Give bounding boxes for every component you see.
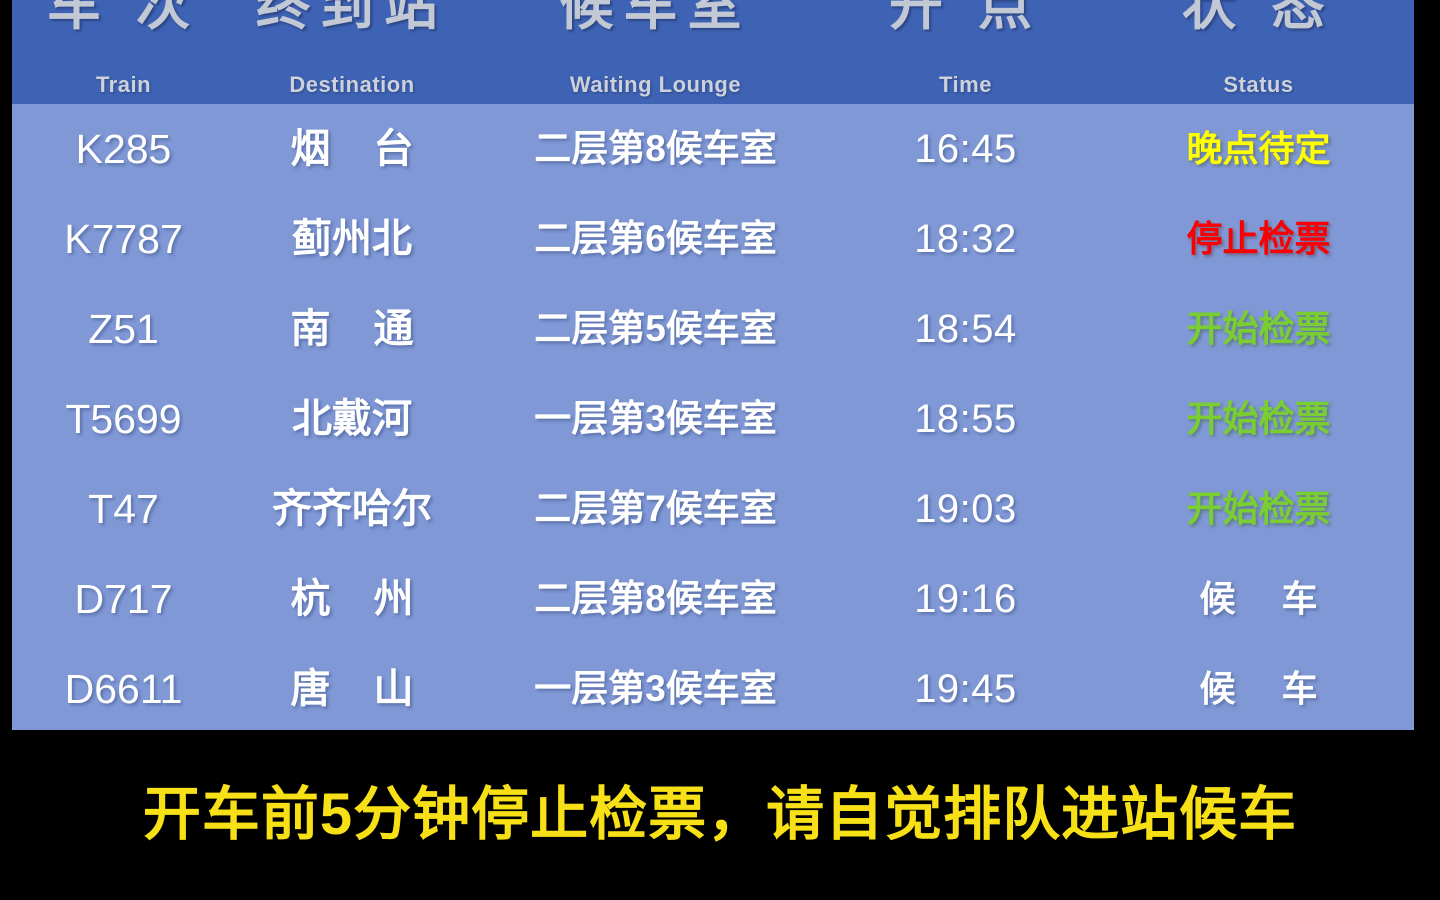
row-train-number: K285 [75, 126, 172, 172]
column-header-train-cn: 车 次 [46, 0, 200, 36]
row-train-number: D6611 [64, 666, 183, 712]
column-header-time-en: Time [939, 72, 992, 97]
row-departure-time: 18:54 [914, 307, 1017, 351]
notice-text: 开车前5分钟停止检票，请自觉排队进站候车 [142, 782, 1298, 847]
table-row: K285 烟 台 二层第8候车室 16:45 晚点待定 [12, 104, 1414, 194]
column-header-train: 车 次 Train [26, 0, 221, 104]
row-waiting-lounge: 一层第3候车室 [534, 668, 777, 709]
row-destination: 唐 山 [290, 667, 430, 711]
status-badge: 候 车 [1199, 668, 1336, 709]
status-badge: 开始检票 [1186, 308, 1331, 349]
row-train-number: D717 [74, 576, 173, 622]
row-destination: 蓟州北 [292, 217, 412, 261]
board-rows: K285 烟 台 二层第8候车室 16:45 晚点待定 K7787 蓟州北 二层… [12, 104, 1414, 730]
row-destination: 南 通 [290, 307, 430, 351]
status-badge: 停止检票 [1186, 218, 1331, 259]
table-row: D6611 唐 山 一层第3候车室 19:45 候 车 [12, 644, 1414, 730]
row-departure-time: 16:45 [914, 127, 1017, 171]
table-row: D717 杭 州 二层第8候车室 19:16 候 车 [12, 554, 1414, 644]
row-departure-time: 18:55 [914, 397, 1017, 441]
column-header-status-cn: 状 态 [1181, 0, 1335, 36]
row-departure-time: 19:45 [914, 667, 1017, 711]
row-train-number: T47 [88, 486, 159, 532]
column-header-time: 开 点 Time [828, 0, 1103, 104]
board-header-row: 车 次 Train 终到站 Destination 候车室 Waiting Lo… [12, 0, 1414, 104]
row-waiting-lounge: 二层第5候车室 [534, 308, 777, 349]
table-row: T47 齐齐哈尔 二层第7候车室 19:03 开始检票 [12, 464, 1414, 554]
row-destination: 齐齐哈尔 [272, 487, 432, 531]
status-badge: 晚点待定 [1186, 128, 1331, 169]
column-header-destination: 终到站 Destination [221, 0, 483, 104]
status-badge: 开始检票 [1186, 488, 1331, 529]
row-train-number: K7787 [64, 216, 183, 262]
row-waiting-lounge: 二层第7候车室 [534, 488, 777, 529]
status-badge: 开始检票 [1186, 398, 1331, 439]
column-header-train-en: Train [95, 72, 152, 97]
row-train-number: Z51 [88, 306, 159, 352]
row-waiting-lounge: 一层第3候车室 [534, 398, 777, 439]
row-train-number: T5699 [65, 396, 182, 442]
column-header-waiting-lounge: 候车室 Waiting Lounge [483, 0, 828, 104]
row-departure-time: 18:32 [914, 217, 1017, 261]
row-destination: 杭 州 [290, 577, 430, 621]
row-departure-time: 19:16 [914, 577, 1017, 621]
row-waiting-lounge: 二层第6候车室 [534, 218, 777, 259]
board-panel: 车 次 Train 终到站 Destination 候车室 Waiting Lo… [12, 0, 1414, 730]
row-waiting-lounge: 二层第8候车室 [534, 578, 777, 619]
column-header-destination-cn: 终到站 [256, 0, 448, 36]
status-badge: 候 车 [1199, 578, 1336, 619]
table-row: K7787 蓟州北 二层第6候车室 18:32 停止检票 [12, 194, 1414, 284]
column-header-waiting-lounge-en: Waiting Lounge [569, 72, 742, 97]
row-waiting-lounge: 二层第8候车室 [534, 128, 777, 169]
column-header-destination-en: Destination [289, 72, 415, 97]
row-departure-time: 19:03 [914, 487, 1017, 531]
notice-banner: 开车前5分钟停止检票，请自觉排队进站候车 [0, 730, 1440, 900]
column-header-time-cn: 开 点 [888, 0, 1042, 36]
column-header-status: 状 态 Status [1103, 0, 1414, 104]
table-row: Z51 南 通 二层第5候车室 18:54 开始检票 [12, 284, 1414, 374]
row-destination: 北戴河 [292, 397, 412, 441]
column-header-waiting-lounge-cn: 候车室 [559, 0, 752, 36]
departure-board: 车 次 Train 终到站 Destination 候车室 Waiting Lo… [0, 0, 1440, 900]
row-destination: 烟 台 [290, 127, 430, 171]
table-row: T5699 北戴河 一层第3候车室 18:55 开始检票 [12, 374, 1414, 464]
column-header-status-en: Status [1223, 72, 1294, 97]
